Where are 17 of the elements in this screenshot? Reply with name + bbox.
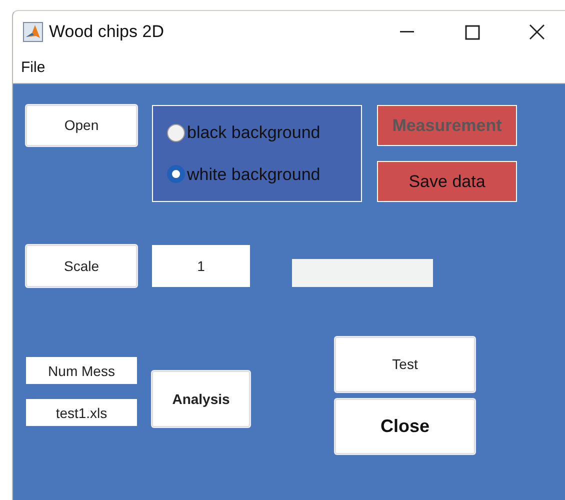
- close-button[interactable]: Close: [335, 399, 475, 454]
- save-data-button[interactable]: Save data: [377, 161, 517, 202]
- radio-icon[interactable]: [167, 165, 185, 184]
- file-name-field[interactable]: test1.xls: [26, 399, 137, 426]
- scale-field[interactable]: 1: [152, 245, 250, 287]
- maximize-icon[interactable]: [464, 24, 480, 40]
- scale-button[interactable]: Scale: [26, 245, 137, 287]
- analysis-button[interactable]: Analysis: [152, 371, 250, 427]
- num-mess-field[interactable]: Num Mess: [26, 357, 137, 384]
- minimize-icon[interactable]: [400, 31, 414, 33]
- window-title: Wood chips 2D: [49, 21, 164, 44]
- menu-item[interactable]: File: [19, 56, 48, 80]
- test-button[interactable]: Test: [335, 337, 475, 392]
- open-button[interactable]: Open: [26, 105, 137, 146]
- radio-icon[interactable]: [167, 124, 185, 142]
- close-icon[interactable]: [529, 24, 545, 40]
- app-icon: [23, 22, 43, 42]
